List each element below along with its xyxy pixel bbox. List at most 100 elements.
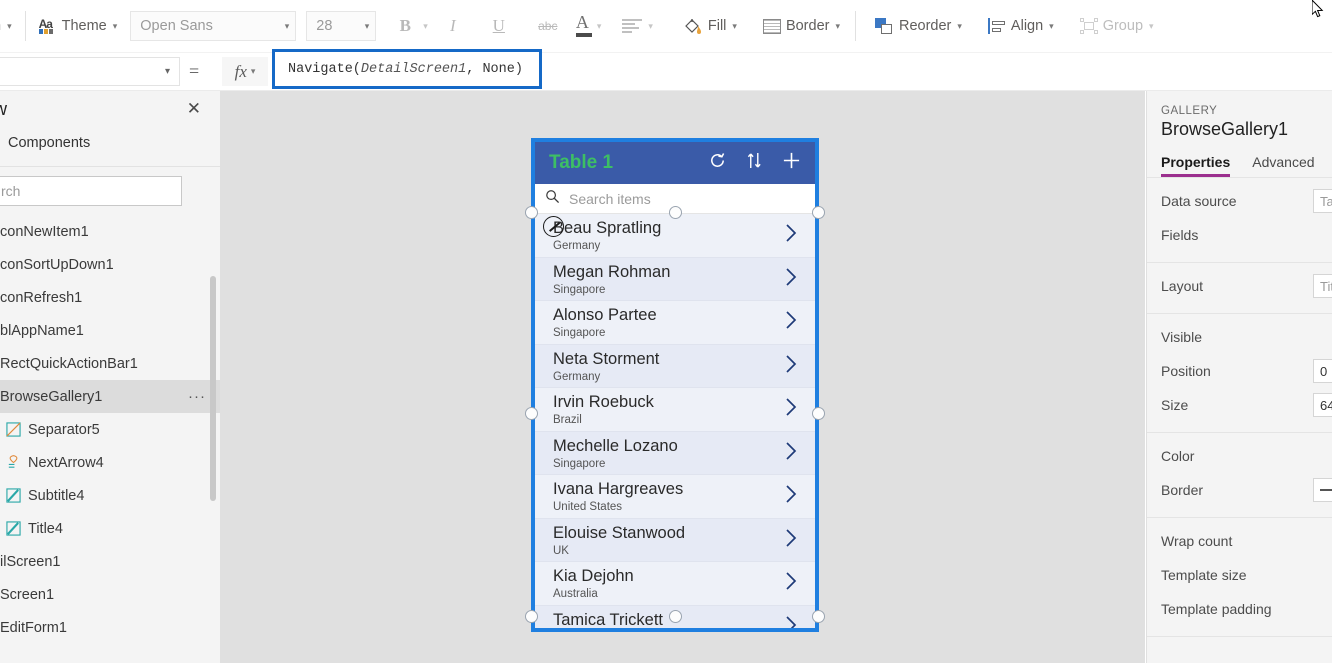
- property-row-layout: Layout Tit: [1147, 269, 1332, 303]
- tree-scrollbar[interactable]: [210, 276, 216, 501]
- fx-button[interactable]: fx ▾: [222, 57, 268, 86]
- property-value-input[interactable]: Ta: [1313, 189, 1332, 213]
- leading-menu-button[interactable]: n ▾: [0, 9, 19, 43]
- properties-kicker: GALLERY: [1161, 105, 1218, 117]
- gallery-item[interactable]: Kia Dejohn Australia: [535, 562, 815, 606]
- gallery-item[interactable]: Ivana Hargreaves United States: [535, 475, 815, 519]
- resize-handle-middle-right[interactable]: [812, 407, 825, 420]
- gallery-item-subtitle: Singapore: [553, 283, 606, 296]
- italic-icon[interactable]: I: [436, 9, 470, 43]
- property-value-input[interactable]: 0: [1313, 359, 1332, 383]
- chevron-down-icon: ▾: [364, 20, 370, 31]
- chevron-right-icon[interactable]: [785, 441, 798, 467]
- search-icon: [545, 189, 560, 209]
- resize-handle-top-center[interactable]: [669, 206, 682, 219]
- gallery-item[interactable]: Elouise Stanwood UK: [535, 518, 815, 562]
- tree-item-connewitem1[interactable]: conNewItem1: [0, 215, 220, 248]
- reorder-icon: [875, 17, 894, 35]
- gallery-item-title: Tamica Trickett: [553, 610, 664, 629]
- gallery-item-title: Beau Spratling: [553, 219, 662, 237]
- property-row-border: Border: [1147, 473, 1332, 507]
- gallery-item-title: Alonso Partee: [553, 306, 657, 324]
- properties-panel: GALLERY BrowseGallery1 Properties Advanc…: [1146, 91, 1332, 663]
- border-button[interactable]: Border ▾: [756, 9, 847, 43]
- edit-pencil-badge[interactable]: [543, 216, 564, 237]
- resize-handle-bottom-right[interactable]: [812, 610, 825, 623]
- gallery-item[interactable]: Neta Storment Germany: [535, 344, 815, 388]
- tree-item-rectquickactionbar1[interactable]: RectQuickActionBar1: [0, 347, 220, 380]
- text-align-button[interactable]: ▾: [615, 9, 660, 43]
- gallery-item[interactable]: Irvin Roebuck Brazil: [535, 388, 815, 432]
- font-color-button[interactable]: A ▾: [574, 12, 601, 38]
- font-size-select[interactable]: 28 ▾: [306, 11, 377, 41]
- property-value-input[interactable]: Tit: [1313, 274, 1332, 298]
- resize-handle-bottom-left[interactable]: [525, 610, 538, 623]
- tree-item-overflow-menu[interactable]: ···: [188, 388, 206, 405]
- tree-search-input[interactable]: rch: [0, 176, 182, 206]
- property-value-input[interactable]: 64: [1313, 393, 1332, 417]
- tree-view-header: ew ✕: [0, 91, 220, 131]
- tab-components[interactable]: Components: [8, 135, 90, 151]
- border-icon: [762, 18, 781, 34]
- properties-section: Wrap count Template size Template padding: [1147, 518, 1332, 637]
- border-label: Border: [785, 18, 830, 34]
- tree-item-browsegallery1[interactable]: BrowseGallery1 ···: [0, 380, 220, 413]
- align-button[interactable]: Align ▾: [981, 9, 1061, 43]
- tree-item-consortupdown1[interactable]: conSortUpDown1: [0, 248, 220, 281]
- reorder-button[interactable]: Reorder ▾: [868, 9, 969, 43]
- theme-button[interactable]: Aa Theme ▾: [32, 9, 125, 43]
- resize-handle-top-left[interactable]: [525, 206, 538, 219]
- tree-item-editform1[interactable]: EditForm1: [0, 611, 220, 644]
- gallery-item-subtitle: Brazil: [553, 414, 582, 426]
- tree-item-label: EditForm1: [0, 619, 67, 636]
- chevron-right-icon[interactable]: [785, 310, 798, 336]
- gallery-item[interactable]: Megan Rohman Singapore: [535, 257, 815, 301]
- chevron-right-icon[interactable]: [785, 354, 798, 380]
- app-canvas[interactable]: Table 1 Search items Beau Spratling Germ…: [221, 91, 1145, 663]
- chevron-down-icon: ▾: [835, 20, 840, 31]
- gallery-item[interactable]: Alonso Partee Singapore: [535, 301, 815, 345]
- plus-icon[interactable]: [782, 151, 801, 175]
- tree-item-conrefresh1[interactable]: conRefresh1: [0, 281, 220, 314]
- resize-handle-bottom-center[interactable]: [669, 610, 682, 623]
- chevron-right-icon[interactable]: [785, 484, 798, 510]
- group-button[interactable]: Group ▾: [1073, 9, 1161, 43]
- tree-item-nextarrow4[interactable]: NextArrow4: [0, 446, 220, 479]
- chevron-right-icon[interactable]: [785, 397, 798, 423]
- tree-item-separator5[interactable]: Separator5: [0, 413, 220, 446]
- property-selector[interactable]: ▾: [0, 57, 180, 86]
- gallery-item[interactable]: Mechelle Lozano Singapore: [535, 431, 815, 475]
- tree-item-title4[interactable]: Title4: [0, 512, 220, 545]
- refresh-icon[interactable]: [708, 151, 727, 175]
- bold-button[interactable]: B ▾: [388, 9, 428, 43]
- formula-input[interactable]: Navigate(DetailScreen1, None): [272, 49, 542, 89]
- align-label: Align: [1010, 18, 1044, 34]
- gallery-rows: Beau Spratling Germany Megan Rohman Singapo…: [535, 214, 815, 628]
- font-family-select[interactable]: Open Sans ▾: [130, 11, 297, 41]
- chevron-right-icon[interactable]: [785, 615, 798, 628]
- gallery-item-title: Irvin Roebuck: [553, 393, 654, 411]
- tab-properties[interactable]: Properties: [1161, 154, 1231, 177]
- property-value-input[interactable]: [1313, 478, 1332, 502]
- chevron-right-icon[interactable]: [785, 528, 798, 554]
- resize-handle-middle-left[interactable]: [525, 407, 538, 420]
- resize-handle-top-right[interactable]: [812, 206, 825, 219]
- close-icon[interactable]: ✕: [187, 100, 201, 117]
- tree-item-blappname1[interactable]: blAppName1: [0, 314, 220, 347]
- tab-advanced[interactable]: Advanced: [1252, 154, 1314, 177]
- fill-bucket-icon: [683, 17, 703, 36]
- chevron-right-icon[interactable]: [785, 223, 798, 249]
- strikethrough-icon[interactable]: abc: [528, 9, 568, 43]
- underline-icon[interactable]: U: [482, 9, 516, 43]
- browse-gallery-selection[interactable]: Table 1 Search items Beau Spratling Germ…: [525, 138, 825, 632]
- tree-item-ilscreen1[interactable]: ilScreen1: [0, 545, 220, 578]
- property-label: Visible: [1161, 329, 1202, 345]
- chevron-right-icon[interactable]: [785, 267, 798, 293]
- gallery-item[interactable]: Beau Spratling Germany: [535, 214, 815, 258]
- chevron-right-icon[interactable]: [785, 571, 798, 597]
- tree-item-label: conNewItem1: [0, 223, 89, 240]
- fill-button[interactable]: Fill ▾: [676, 9, 744, 43]
- tree-item-subtitle4[interactable]: Subtitle4: [0, 479, 220, 512]
- sort-up-down-icon[interactable]: [747, 151, 762, 175]
- tree-item-screen1[interactable]: Screen1: [0, 578, 220, 611]
